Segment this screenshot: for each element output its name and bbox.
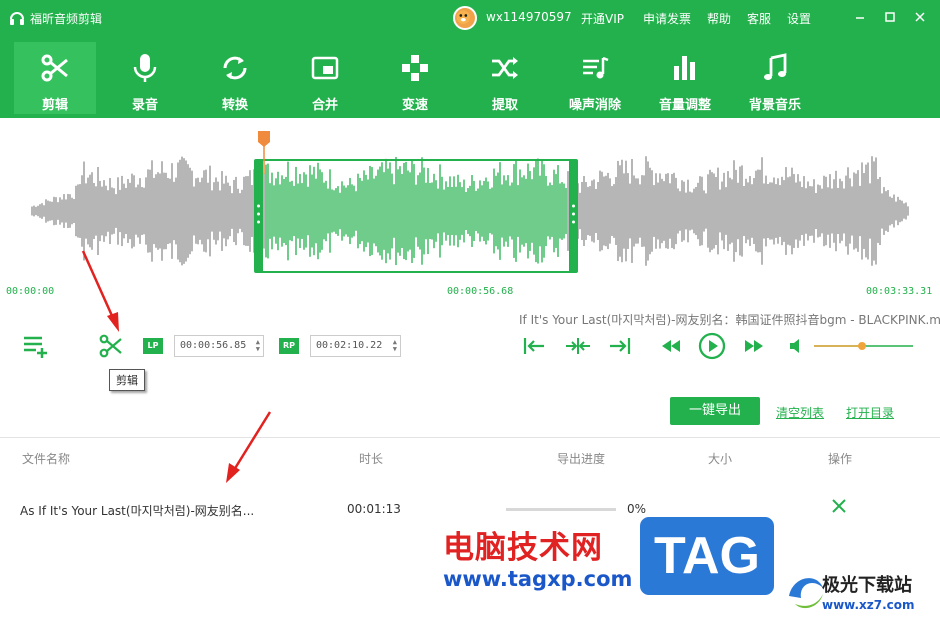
tool-noise-label: 噪声消除: [568, 98, 621, 113]
waveform-bars: [31, 156, 909, 266]
tool-volume-label: 音量调整: [658, 98, 711, 113]
time-current: 00:00:56.68: [447, 286, 514, 297]
tool-cut-label: 剪辑: [41, 98, 68, 113]
volume-slider-thumb: [858, 342, 866, 350]
invoice-link[interactable]: 申请发票: [643, 10, 691, 27]
cut-tooltip: 剪辑: [109, 369, 145, 391]
rp-spinner-icon[interactable]: ▲ ▼: [393, 339, 397, 353]
app-title: 福昕音频剪辑: [30, 12, 103, 26]
rp-time-field[interactable]: 00:02:10.22 ▲ ▼: [310, 335, 401, 357]
rp-badge: RP: [279, 338, 299, 354]
watermark-tag-logo: TAG: [637, 514, 777, 598]
open-dir-link[interactable]: 打开目录: [846, 404, 894, 421]
track-title: If It's Your Last(마지막처럼)-网友别名：韩国证件照抖音bgm…: [519, 313, 940, 327]
service-link[interactable]: 客服: [747, 10, 771, 27]
close-icon[interactable]: [912, 9, 928, 25]
row-progress-text: 0%: [627, 502, 647, 516]
speed-icon: [402, 55, 428, 81]
waveform[interactable]: [0, 118, 940, 288]
tool-noise[interactable]: 噪声消除: [554, 42, 636, 114]
extract-icon: [492, 57, 518, 79]
merge-icon: [311, 56, 339, 80]
avatar[interactable]: [453, 6, 477, 30]
main-toolbar: 剪辑 录音 转换 合并 变速 提取 噪声消除 音量调整 背景音乐: [0, 36, 940, 118]
export-button[interactable]: 一键导出: [670, 397, 760, 425]
watermark-cn: 电脑技术网: [443, 530, 603, 566]
noise-icon: [583, 56, 609, 79]
jump-start-icon[interactable]: [522, 336, 546, 356]
row-filename: As If It's Your Last(마지막처럼)-网友别名...: [20, 504, 255, 518]
settings-link[interactable]: 设置: [787, 10, 811, 27]
table-divider: [0, 437, 940, 438]
scissors-icon: [41, 54, 68, 82]
tool-merge[interactable]: 合并: [284, 42, 366, 114]
left-handle[interactable]: [254, 159, 263, 273]
col-filename: 文件名称: [22, 452, 71, 466]
split-center-icon[interactable]: [565, 336, 591, 356]
delete-icon[interactable]: [830, 497, 848, 515]
right-handle[interactable]: [569, 159, 578, 273]
fast-forward-icon[interactable]: [743, 337, 765, 355]
col-progress: 导出进度: [557, 452, 606, 466]
jump-end-icon[interactable]: [608, 336, 632, 356]
tiger-avatar-icon: [456, 10, 470, 24]
user-name[interactable]: wx114970597: [486, 10, 572, 24]
tool-bgmusic-label: 背景音乐: [748, 98, 801, 113]
title-bar: 福昕音频剪辑 wx114970597 开通VIP 申请发票 帮助 客服 设置: [0, 0, 940, 36]
playhead-marker[interactable]: [258, 131, 270, 147]
tool-speed-label: 变速: [401, 98, 428, 113]
microphone-icon: [133, 54, 157, 82]
tool-record-label: 录音: [131, 98, 158, 113]
time-start: 00:00:00: [6, 286, 55, 297]
maximize-icon[interactable]: [882, 9, 898, 25]
rp-time-value: 00:02:10.22: [316, 340, 383, 351]
lp-badge: LP: [143, 338, 163, 354]
watermark-url: www.tagxp.com: [443, 567, 633, 591]
row-progress-bar: [506, 508, 616, 511]
lp-time-field[interactable]: 00:00:56.85 ▲ ▼: [174, 335, 264, 357]
lp-time-value: 00:00:56.85: [180, 340, 247, 351]
cut-scissors-icon[interactable]: [98, 333, 124, 359]
col-duration: 时长: [359, 452, 384, 466]
volume-adjust-icon: [674, 56, 695, 80]
tool-extract-label: 提取: [491, 98, 518, 113]
tool-extract[interactable]: 提取: [464, 42, 546, 114]
play-icon[interactable]: [698, 332, 726, 360]
tool-cut[interactable]: 剪辑: [14, 42, 96, 114]
lp-spinner-icon[interactable]: ▲ ▼: [256, 339, 260, 353]
app-logo-icon: [10, 12, 24, 25]
time-end: 00:03:33.31: [866, 286, 933, 297]
tool-merge-label: 合并: [311, 98, 338, 113]
tool-convert[interactable]: 转换: [194, 42, 276, 114]
tool-convert-label: 转换: [221, 98, 248, 113]
tool-speed[interactable]: 变速: [374, 42, 456, 114]
minimize-icon[interactable]: [852, 9, 868, 25]
tool-bgmusic[interactable]: 背景音乐: [734, 42, 816, 114]
volume-slider[interactable]: [812, 338, 916, 354]
col-actions: 操作: [828, 452, 853, 466]
speaker-icon[interactable]: [788, 337, 806, 355]
rewind-icon[interactable]: [660, 337, 682, 355]
help-link[interactable]: 帮助: [707, 10, 731, 27]
music-note-icon: [764, 53, 787, 80]
watermark-site-url: www.xz7.com: [822, 598, 915, 612]
tool-volume[interactable]: 音量调整: [644, 42, 726, 114]
clear-list-link[interactable]: 清空列表: [776, 404, 824, 421]
waveform-panel: [0, 118, 940, 308]
tool-record[interactable]: 录音: [104, 42, 186, 114]
col-size: 大小: [708, 452, 733, 466]
vip-link[interactable]: 开通VIP: [581, 10, 624, 27]
add-file-icon[interactable]: [22, 334, 52, 358]
convert-icon: [223, 56, 247, 80]
watermark-site-cn: 极光下载站: [822, 575, 912, 596]
row-duration: 00:01:13: [347, 502, 401, 516]
